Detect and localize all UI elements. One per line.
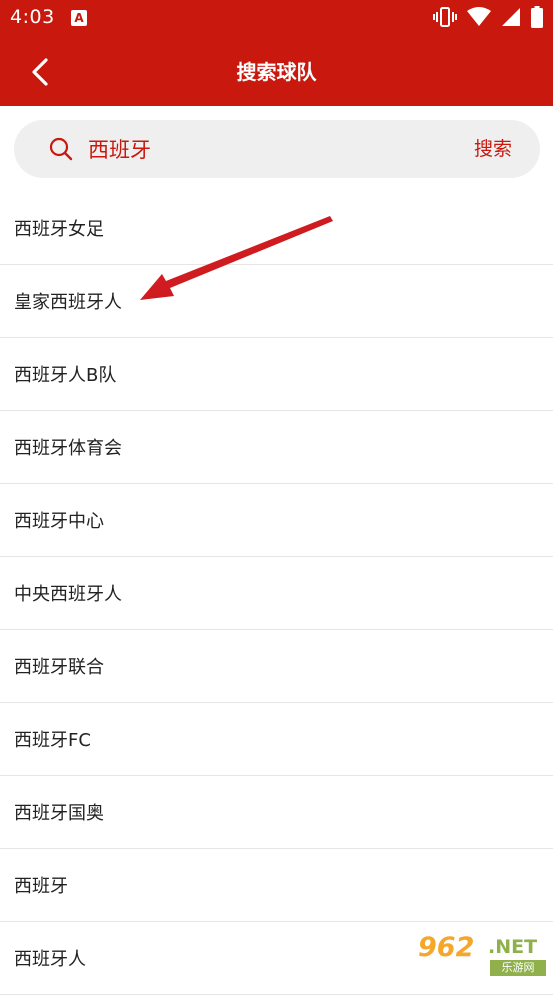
watermark-logo: 962 .NET 乐游网: [418, 932, 548, 978]
list-item-label: 皇家西班牙人: [14, 292, 122, 313]
list-item[interactable]: 西班牙体育会: [0, 411, 553, 484]
list-item[interactable]: 西班牙女足: [0, 192, 553, 265]
list-item-label: 西班牙体育会: [14, 438, 122, 459]
status-icons: [433, 6, 543, 32]
list-item-label: 中央西班牙人: [14, 584, 122, 605]
list-item[interactable]: 西班牙联合: [0, 630, 553, 703]
list-item-label: 西班牙联合: [14, 657, 104, 678]
app-bar: 搜索球队: [0, 38, 553, 106]
list-item[interactable]: 西班牙中心: [0, 484, 553, 557]
list-item[interactable]: 西班牙FC: [0, 703, 553, 776]
list-item[interactable]: 皇家西班牙人: [0, 265, 553, 338]
search-input[interactable]: [88, 129, 448, 169]
search-bar: 搜索: [14, 120, 540, 178]
list-item[interactable]: 西班牙人B队: [0, 338, 553, 411]
list-item-label: 西班牙人B队: [14, 365, 117, 386]
search-icon: [49, 137, 73, 161]
vibrate-icon: [433, 6, 457, 32]
back-button[interactable]: [20, 52, 60, 92]
list-item-label: 西班牙FC: [14, 730, 91, 751]
cell-signal-icon: [501, 7, 521, 31]
list-item-label: 西班牙国奥: [14, 803, 104, 824]
list-item-label: 西班牙女足: [14, 219, 104, 240]
page-title: 搜索球队: [236, 60, 317, 84]
list-item-label: 西班牙中心: [14, 511, 104, 532]
watermark-number: 962: [418, 932, 475, 963]
list-item[interactable]: 中央西班牙人: [0, 557, 553, 630]
list-item-label: 西班牙: [14, 876, 68, 897]
result-list: 西班牙女足 皇家西班牙人 西班牙人B队 西班牙体育会 西班牙中心 中央西班牙人 …: [0, 192, 553, 995]
wifi-icon: [467, 7, 491, 31]
notification-icon: A: [71, 10, 87, 26]
list-item[interactable]: 西班牙: [0, 849, 553, 922]
list-item[interactable]: 西班牙国奥: [0, 776, 553, 849]
status-bar: 4:03 A: [0, 0, 553, 38]
status-time: 4:03: [10, 6, 55, 28]
search-button[interactable]: 搜索: [474, 120, 512, 178]
list-item-label: 西班牙人: [14, 949, 86, 970]
chevron-left-icon: [32, 58, 48, 86]
watermark-suffix: .NET: [488, 936, 538, 958]
watermark-cn: 乐游网: [490, 960, 546, 976]
battery-icon: [531, 6, 543, 32]
